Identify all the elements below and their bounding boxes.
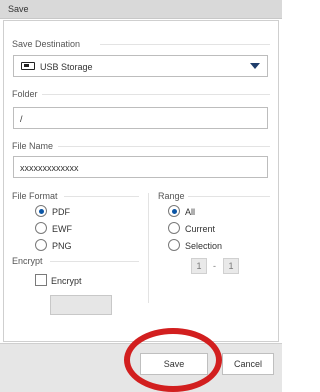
password-field <box>50 295 112 315</box>
range-selection-label: Selection <box>185 241 223 251</box>
cancel-button[interactable]: Cancel <box>222 353 274 375</box>
format-ewf-label: EWF <box>52 224 72 234</box>
file-name-label: File Name <box>12 141 54 151</box>
divider <box>42 94 270 95</box>
dialog-title: Save <box>8 4 29 14</box>
folder-value: / <box>20 114 23 124</box>
format-pdf-label: PDF <box>52 207 70 217</box>
file-format-label: File Format <box>12 191 58 201</box>
divider <box>188 196 270 197</box>
range-selection-radio[interactable] <box>168 239 180 251</box>
file-name-field[interactable]: xxxxxxxxxxxxx <box>13 156 268 178</box>
save-destination-dropdown[interactable]: USB Storage <box>13 55 268 77</box>
format-png-label: PNG <box>52 241 72 251</box>
format-ewf-radio[interactable] <box>35 222 47 234</box>
range-all-radio[interactable] <box>168 205 180 217</box>
column-divider <box>148 193 149 303</box>
usb-storage-icon <box>21 62 35 70</box>
range-current-radio[interactable] <box>168 222 180 234</box>
divider <box>50 261 139 262</box>
save-dialog: Save Save Destination USB Storage Folder… <box>0 0 282 392</box>
folder-label: Folder <box>12 89 38 99</box>
save-destination-label: Save Destination <box>12 39 81 49</box>
range-from-field: 1 <box>191 258 207 274</box>
range-all-label: All <box>185 207 196 217</box>
save-button-highlight-circle <box>124 328 222 392</box>
range-label: Range <box>158 191 185 201</box>
encrypt-section-label: Encrypt <box>12 256 43 266</box>
encrypt-checkbox[interactable] <box>35 274 47 286</box>
divider <box>58 146 270 147</box>
format-png-radio[interactable] <box>35 239 47 251</box>
divider <box>64 196 139 197</box>
format-pdf-radio[interactable] <box>35 205 47 217</box>
dialog-titlebar: Save <box>0 0 282 19</box>
save-destination-value: USB Storage <box>40 62 93 72</box>
range-separator: - <box>213 261 216 271</box>
chevron-down-icon <box>250 63 260 69</box>
divider <box>100 44 270 45</box>
folder-field[interactable]: / <box>13 107 268 129</box>
file-name-value: xxxxxxxxxxxxx <box>20 163 79 173</box>
range-to-field: 1 <box>223 258 239 274</box>
settings-panel: Save Destination USB Storage Folder / Fi… <box>3 20 279 342</box>
encrypt-checkbox-label: Encrypt <box>51 276 82 286</box>
range-current-label: Current <box>185 224 216 234</box>
